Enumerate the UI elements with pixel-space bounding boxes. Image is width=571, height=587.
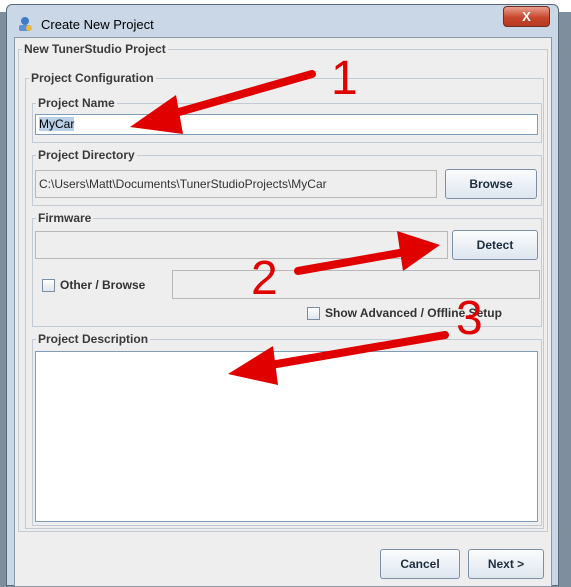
detect-button[interactable]: Detect: [452, 230, 538, 260]
advanced-setup-checkbox[interactable]: [307, 307, 320, 320]
cancel-button[interactable]: Cancel: [380, 549, 460, 579]
browse-button[interactable]: Browse: [445, 169, 537, 199]
close-button[interactable]: X: [503, 6, 550, 27]
title-bar[interactable]: Create New Project X: [7, 5, 558, 41]
project-directory-input[interactable]: C:\Users\Matt\Documents\TunerStudioProje…: [35, 170, 437, 198]
annotation-label-2: 2: [251, 252, 278, 305]
other-browse-label: Other / Browse: [60, 278, 146, 292]
annotation-label-3: 3: [456, 292, 483, 345]
firmware-label: Firmware: [38, 211, 92, 225]
firmware-input[interactable]: [35, 231, 448, 259]
window-title: Create New Project: [41, 17, 154, 32]
project-name-input[interactable]: MyCar: [35, 114, 538, 135]
other-browse-checkbox[interactable]: [42, 279, 55, 292]
project-description-label: Project Description: [38, 332, 149, 346]
next-button[interactable]: Next >: [468, 549, 544, 579]
project-description-textarea[interactable]: [35, 351, 538, 522]
new-project-group-title: New TunerStudio Project: [24, 42, 166, 56]
annotation-label-1: 1: [331, 52, 358, 105]
project-name-label: Project Name: [38, 96, 115, 110]
app-icon: [19, 17, 32, 31]
project-configuration-title: Project Configuration: [31, 71, 154, 85]
project-directory-label: Project Directory: [38, 148, 135, 162]
other-browse-input[interactable]: [172, 270, 540, 299]
project-name-value: MyCar: [39, 117, 75, 131]
